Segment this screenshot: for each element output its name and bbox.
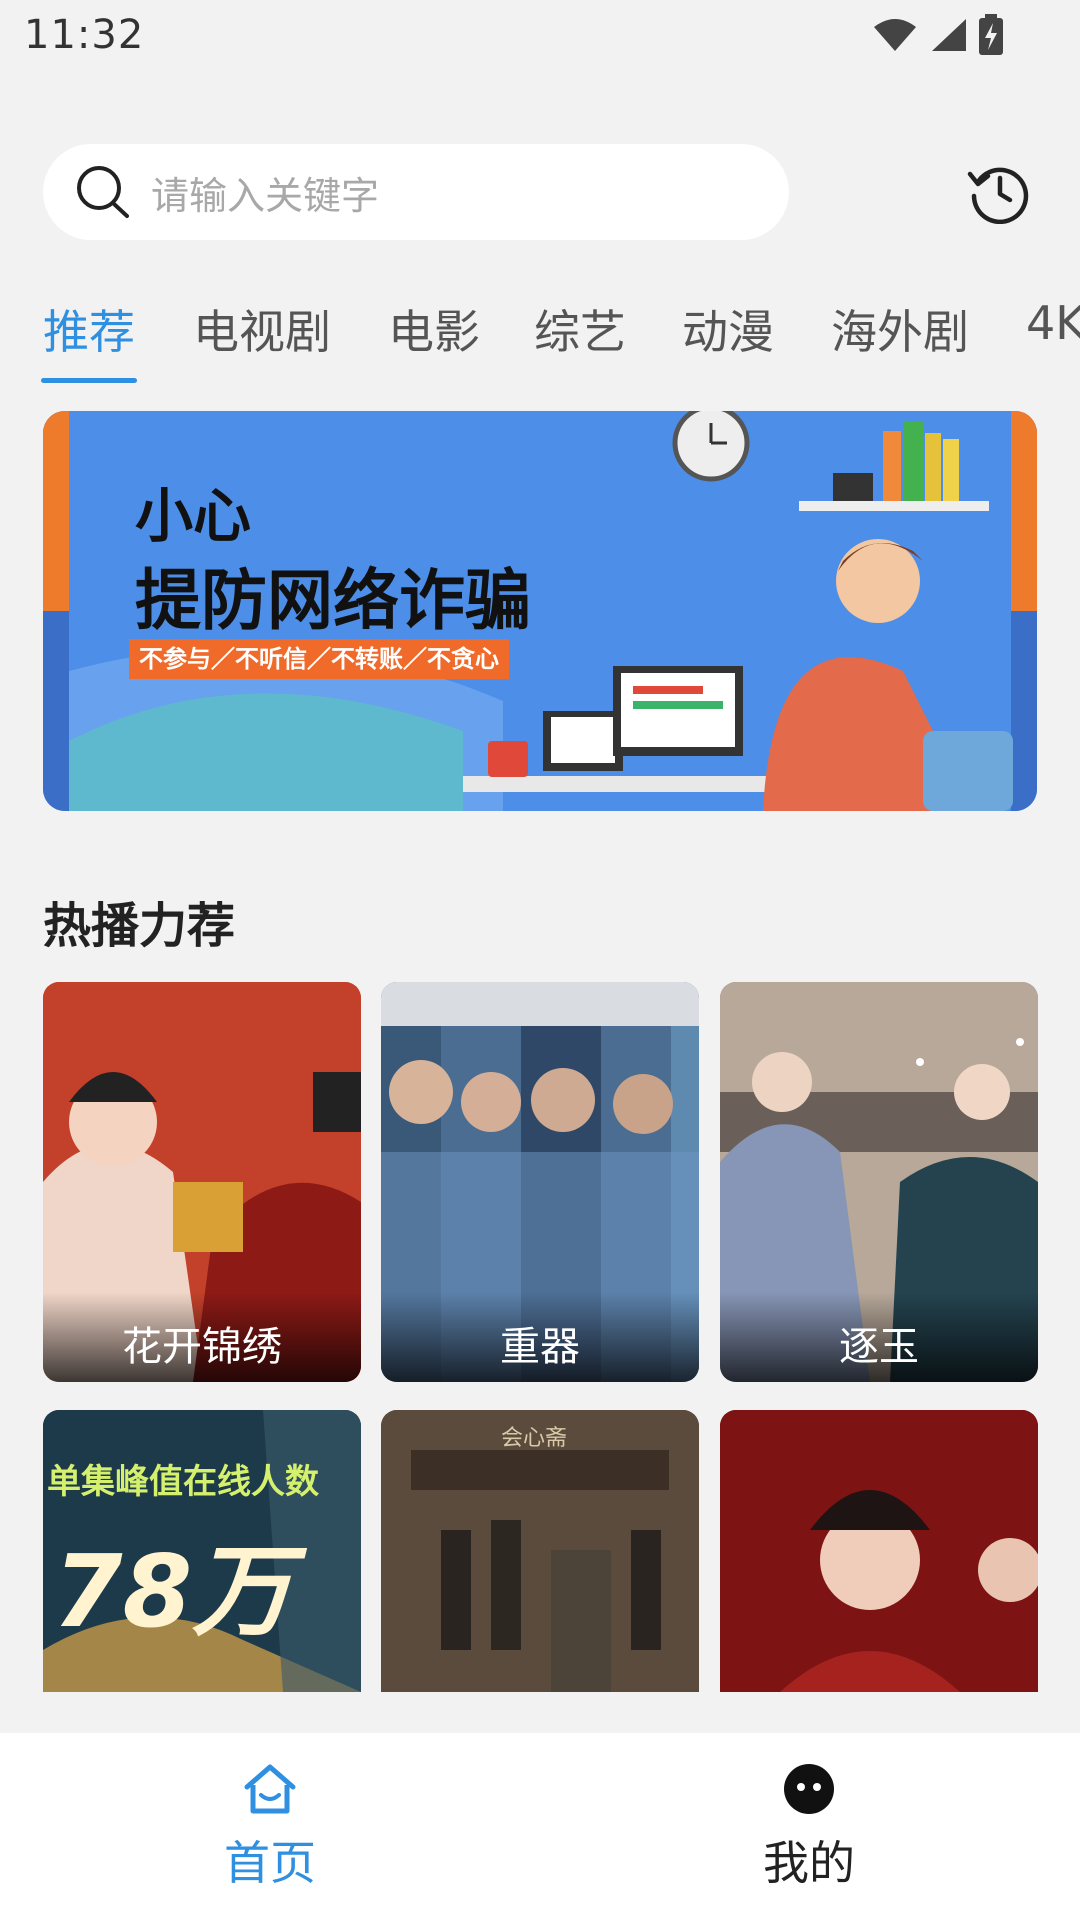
banner-tagline: 不参与／不听信／不转账／不贪心	[129, 639, 509, 679]
tab-movies[interactable]: 电影	[388, 296, 480, 362]
nav-home[interactable]: 首页	[170, 1763, 370, 1893]
home-icon	[244, 1764, 296, 1814]
search-input[interactable]: 请输入关键字	[43, 144, 789, 240]
app-screen: 11:32 请输入关键字 推荐 电视剧 电影 综艺 动漫 海外剧 4K 小心 提…	[0, 0, 1080, 1920]
promo-banner[interactable]: 小心 提防网络诈骗 不参与／不听信／不转账／不贪心	[43, 411, 1037, 811]
tab-overseas[interactable]: 海外剧	[831, 296, 969, 362]
wifi-icon	[874, 19, 916, 51]
banner-headline-1: 小心	[135, 482, 252, 550]
status-bar: 11:32	[0, 0, 1080, 74]
video-title: 花开锦绣	[43, 1292, 361, 1382]
profile-face-icon	[784, 1764, 834, 1814]
signal-icon	[932, 19, 966, 51]
video-card-1[interactable]: 花开锦绣	[43, 982, 361, 1382]
search-placeholder: 请输入关键字	[151, 173, 380, 218]
video-card-3[interactable]: 逐玉	[720, 982, 1038, 1382]
tab-anime[interactable]: 动漫	[682, 296, 774, 362]
video-card-2[interactable]: 重器	[381, 982, 699, 1382]
video-title: 逐玉	[720, 1292, 1038, 1382]
history-clock-icon[interactable]	[966, 160, 1030, 224]
nav-mine-label: 我的	[763, 1836, 855, 1890]
category-tabs: 推荐 电视剧 电影 综艺 动漫 海外剧 4K	[0, 296, 1080, 386]
status-time: 11:32	[24, 12, 145, 58]
tab-variety[interactable]: 综艺	[534, 296, 626, 362]
nav-mine[interactable]: 我的	[709, 1763, 909, 1893]
card-overlay-text-1: 会心斋	[501, 1426, 568, 1451]
video-title: 重器	[381, 1292, 699, 1382]
banner-headline-2: 提防网络诈骗	[135, 562, 531, 639]
bottom-navigation: 首页 我的	[0, 1733, 1080, 1920]
nav-home-label: 首页	[224, 1836, 316, 1890]
tab-indicator	[41, 378, 137, 383]
video-card-4[interactable]: 单集峰值在线人数 78万	[43, 1410, 361, 1692]
tab-tv-series[interactable]: 电视剧	[193, 296, 331, 362]
video-card-5[interactable]: 会心斋	[381, 1410, 699, 1692]
tab-4k[interactable]: 4K	[1026, 296, 1080, 350]
card-overlay-text-1: 单集峰值在线人数	[47, 1462, 319, 1502]
video-card-6[interactable]	[720, 1410, 1038, 1692]
card-overlay-text-2: 78万	[53, 1533, 293, 1650]
tab-recommend[interactable]: 推荐	[43, 296, 135, 362]
status-icons	[872, 14, 1004, 56]
battery-charging-icon	[979, 14, 1003, 55]
search-icon	[77, 166, 129, 218]
section-title: 热播力荐	[43, 898, 236, 954]
video-poster-5	[381, 1410, 699, 1692]
video-poster-6	[720, 1410, 1038, 1692]
